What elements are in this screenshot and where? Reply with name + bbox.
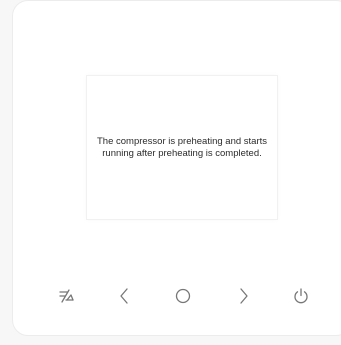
circle-icon — [175, 288, 191, 304]
preheating-message: The compressor is preheating and starts … — [96, 136, 268, 159]
power-button[interactable] — [290, 285, 312, 307]
mode-button[interactable] — [55, 285, 77, 307]
right-button[interactable] — [233, 285, 255, 307]
chevron-left-icon — [120, 288, 128, 304]
ok-button[interactable] — [172, 285, 194, 307]
power-icon — [294, 288, 308, 304]
mode-icon — [59, 289, 74, 303]
chevron-right-icon — [240, 288, 248, 304]
display-screen: The compressor is preheating and starts … — [87, 76, 277, 219]
left-button[interactable] — [113, 285, 135, 307]
